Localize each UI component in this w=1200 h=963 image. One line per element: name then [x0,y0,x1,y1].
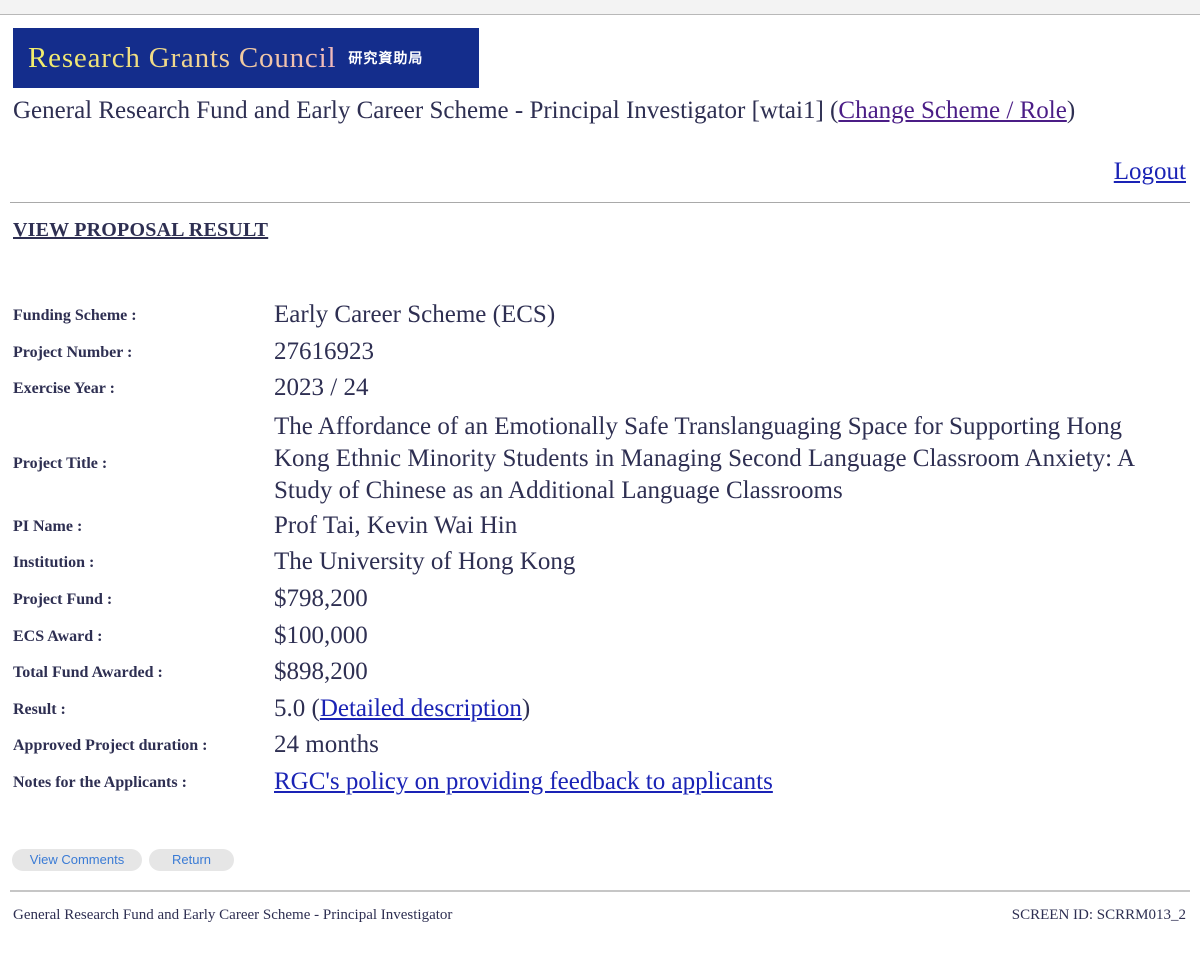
return-button[interactable]: Return [149,849,234,871]
scheme-role-text-end: ) [1066,97,1076,124]
detail-row-institution: Institution : The University of Hong Kon… [13,545,1193,582]
logout-link[interactable]: Logout [1114,158,1186,186]
footer-divider [10,890,1190,892]
header-divider [10,202,1190,203]
browser-top-bar [0,0,1200,15]
result-open-paren: ( [305,694,320,722]
footer-screen-id: SCREEN ID: SCRRM013_2 [1011,907,1186,923]
detail-row-total-fund: Total Fund Awarded : $898,200 [13,655,1193,692]
detail-row-project-number: Project Number : 27616923 [13,335,1193,372]
page-title: VIEW PROPOSAL RESULT [13,219,269,241]
detail-value: 27616923 [274,337,374,365]
detail-value: $798,200 [274,584,368,612]
detail-label: Funding Scheme : [13,307,137,324]
detail-label: Total Fund Awarded : [13,664,163,682]
rgc-logo-banner: Research Grants Council 研究資助局 [13,28,479,88]
detail-value: The University of Hong Kong [274,548,576,576]
detail-label: Exercise Year : [13,380,115,398]
detail-row-project-fund: Project Fund : $798,200 [13,582,1193,619]
change-scheme-role-link[interactable]: Change Scheme / Role [838,97,1066,124]
detail-label: ECS Award : [13,627,103,645]
scheme-role-line: General Research Fund and Early Career S… [13,97,1075,125]
detail-value: $100,000 [274,621,368,649]
footer-scheme-text: General Research Fund and Early Career S… [13,907,453,923]
detail-label: Institution : [13,554,95,572]
detail-row-project-title: Project Title : The Affordance of an Emo… [13,408,1193,509]
detail-label: Project Number : [13,343,133,361]
feedback-policy-link[interactable]: RGC's policy on providing feedback to ap… [274,768,773,795]
detail-value: $898,200 [274,658,368,686]
detail-value: 24 months [274,731,379,759]
detail-row-ecs-award: ECS Award : $100,000 [13,619,1193,656]
detail-row-exercise-year: Exercise Year : 2023 / 24 [13,371,1193,408]
result-close-paren: ) [521,694,531,722]
detail-value: 5.0 (Detailed description) [274,692,530,725]
detail-label: Project Fund : [13,590,113,608]
proposal-details: Funding Scheme : Early Career Scheme (EC… [13,298,1193,802]
action-buttons: View Comments Return [12,849,234,871]
detail-value: 2023 / 24 [274,374,369,402]
detail-label: Result : [13,700,66,718]
detail-value: RGC's policy on providing feedback to ap… [274,765,773,798]
scheme-role-text: General Research Fund and Early Career S… [13,97,839,124]
detail-row-notes: Notes for the Applicants : RGC's policy … [13,765,1193,802]
detail-row-funding-scheme: Funding Scheme : Early Career Scheme (EC… [13,298,1193,335]
detail-label: Project Title : [13,455,108,473]
detail-row-duration: Approved Project duration : 24 months [13,728,1193,765]
detailed-description-link[interactable]: Detailed description [320,695,522,722]
detail-row-pi-name: PI Name : Prof Tai, Kevin Wai Hin [13,509,1193,546]
view-comments-button[interactable]: View Comments [12,849,142,871]
detail-value: The Affordance of an Emotionally Safe Tr… [274,412,1134,504]
banner-title-zh: 研究資助局 [348,52,424,67]
detail-value: Early Career Scheme (ECS) [274,301,556,328]
detail-label: Notes for the Applicants : [13,773,187,791]
result-score: 5.0 [274,694,306,722]
detail-label: PI Name : [13,517,83,535]
banner-title-en: Research Grants Council [28,41,337,74]
detail-label: Approved Project duration : [13,737,208,755]
detail-value: Prof Tai, Kevin Wai Hin [274,511,518,539]
detail-row-result: Result : 5.0 (Detailed description) [13,692,1193,729]
